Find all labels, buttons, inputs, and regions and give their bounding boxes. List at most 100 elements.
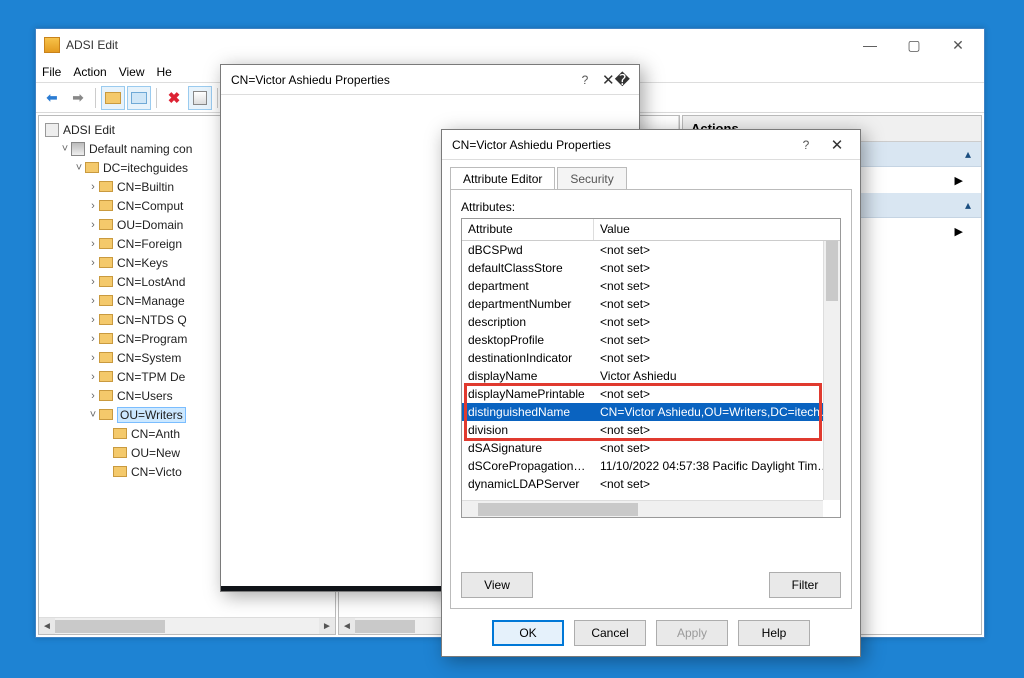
tree-root-label: ADSI Edit (63, 123, 115, 137)
chevron-right-icon: ▶ (955, 225, 963, 238)
help-button[interactable]: Help (738, 620, 810, 646)
attribute-value: CN=Victor Ashiedu,OU=Writers,DC=itechgui (594, 405, 840, 419)
menu-action[interactable]: Action (73, 65, 106, 79)
attribute-value: <not set> (594, 315, 840, 329)
tree-item-label: CN=Users (117, 389, 173, 403)
tree-item-label: CN=Manage (117, 294, 185, 308)
back-button[interactable]: ⬅ (40, 86, 64, 110)
scroll-thumb[interactable] (826, 241, 838, 301)
tree-item-label: CN=Foreign (117, 237, 182, 251)
properties-dialog: CN=Victor Ashiedu Properties ? ✕ Attribu… (441, 129, 861, 657)
close-icon[interactable]: ✕ (820, 136, 854, 154)
attribute-name: department (462, 279, 594, 293)
scroll-left-icon[interactable]: ◄ (339, 618, 355, 635)
tree-item-label: OU=Domain (117, 218, 183, 232)
tab-body: Attributes: Attribute Value dBCSPwd<not … (450, 189, 852, 609)
attribute-name: departmentNumber (462, 297, 594, 311)
attribute-row[interactable]: distinguishedNameCN=Victor Ashiedu,OU=Wr… (462, 403, 840, 421)
tree-item-label: CN=LostAnd (117, 275, 185, 289)
attribute-row[interactable]: destinationIndicator<not set> (462, 349, 840, 367)
attribute-value: <not set> (594, 387, 840, 401)
toolbar-sep (217, 88, 218, 108)
tree-item-label: CN=TPM De (117, 370, 185, 384)
up-folder-button[interactable] (101, 86, 125, 110)
tree-hscrollbar[interactable]: ◄ ► (39, 617, 335, 634)
help-icon[interactable]: ? (792, 138, 820, 152)
attribute-name: distinguishedName (462, 405, 594, 419)
attribute-row[interactable]: displayNamePrintable<not set> (462, 385, 840, 403)
scroll-thumb[interactable] (55, 620, 165, 633)
close-button[interactable]: ✕ (936, 31, 980, 59)
attribute-row[interactable]: departmentNumber<not set> (462, 295, 840, 313)
tab-attribute-editor[interactable]: Attribute Editor (450, 167, 555, 190)
attribute-name: description (462, 315, 594, 329)
col-attribute[interactable]: Attribute (462, 219, 594, 240)
collapse-icon: ▴ (965, 147, 971, 161)
minimize-button[interactable]: — (848, 31, 892, 59)
dialog-tabs: Attribute Editor Security (442, 160, 860, 189)
col-value[interactable]: Value (594, 219, 840, 240)
tree-ou-writers-label: OU=Writers (117, 407, 186, 423)
list-buttons: View Filter (461, 572, 841, 598)
scroll-thumb[interactable] (355, 620, 415, 633)
attribute-value: <not set> (594, 279, 840, 293)
attribute-value: <not set> (594, 297, 840, 311)
close-icon[interactable]: ✕� (599, 71, 633, 89)
attribute-row[interactable]: dBCSPwd<not set> (462, 241, 840, 259)
dialog-title: CN=Victor Ashiedu Properties (452, 138, 792, 152)
attribute-row[interactable]: department<not set> (462, 277, 840, 295)
attribute-row[interactable]: dSCorePropagationD...11/10/2022 04:57:38… (462, 457, 840, 475)
attribute-row[interactable]: dSASignature<not set> (462, 439, 840, 457)
toolbar-sep (156, 88, 157, 108)
ok-button[interactable]: OK (492, 620, 564, 646)
delete-button[interactable]: ✖ (162, 86, 186, 110)
attribute-name: displayName (462, 369, 594, 383)
menu-view[interactable]: View (119, 65, 145, 79)
attribute-name: dSCorePropagationD... (462, 459, 594, 473)
titlebar: ADSI Edit — ▢ ✕ (36, 29, 984, 61)
attribute-name: dSASignature (462, 441, 594, 455)
scroll-left-icon[interactable]: ◄ (39, 618, 55, 635)
attribute-row[interactable]: displayNameVictor Ashiedu (462, 367, 840, 385)
attributes-list: Attribute Value dBCSPwd<not set>defaultC… (461, 218, 841, 518)
attributes-hscrollbar[interactable] (462, 500, 823, 517)
attribute-name: displayNamePrintable (462, 387, 594, 401)
tree-item-label: OU=New (131, 446, 180, 460)
tree-item-label: CN=Victo (131, 465, 182, 479)
attributes-vscrollbar[interactable] (823, 241, 840, 500)
window-title: ADSI Edit (66, 38, 848, 52)
maximize-button[interactable]: ▢ (892, 31, 936, 59)
tab-security[interactable]: Security (557, 167, 626, 190)
scroll-thumb[interactable] (478, 503, 638, 516)
menu-help[interactable]: He (157, 65, 172, 79)
apply-button[interactable]: Apply (656, 620, 728, 646)
attribute-row[interactable]: desktopProfile<not set> (462, 331, 840, 349)
tree-item-label: CN=System (117, 351, 181, 365)
menu-file[interactable]: File (42, 65, 61, 79)
attribute-row[interactable]: description<not set> (462, 313, 840, 331)
tree-item-label: CN=Comput (117, 199, 183, 213)
attribute-value: <not set> (594, 423, 840, 437)
help-icon[interactable]: ? (571, 73, 599, 87)
attribute-value: 11/10/2022 04:57:38 Pacific Daylight Tim… (594, 459, 840, 473)
attribute-name: desktopProfile (462, 333, 594, 347)
properties-dialog: CN=Victor Ashiedu Properties ? ✕� CN=Vic… (220, 64, 640, 592)
properties-button[interactable] (188, 86, 212, 110)
attribute-name: dynamicLDAPServer (462, 477, 594, 491)
attribute-row[interactable]: division<not set> (462, 421, 840, 439)
cancel-button[interactable]: Cancel (574, 620, 646, 646)
attribute-value: <not set> (594, 351, 840, 365)
scroll-right-icon[interactable]: ► (319, 618, 335, 635)
attribute-value: Victor Ashiedu (594, 369, 840, 383)
forward-button[interactable]: ➡ (66, 86, 90, 110)
dialog-buttons: OK Cancel Apply Help (442, 620, 860, 646)
tree-context-label: Default naming con (89, 142, 192, 156)
show-hide-button[interactable] (127, 86, 151, 110)
tree-item-label: CN=NTDS Q (117, 313, 187, 327)
attribute-value: <not set> (594, 243, 840, 257)
attribute-row[interactable]: defaultClassStore<not set> (462, 259, 840, 277)
view-button[interactable]: View (461, 572, 533, 598)
filter-button[interactable]: Filter (769, 572, 841, 598)
attribute-value: <not set> (594, 441, 840, 455)
attribute-row[interactable]: dynamicLDAPServer<not set> (462, 475, 840, 493)
